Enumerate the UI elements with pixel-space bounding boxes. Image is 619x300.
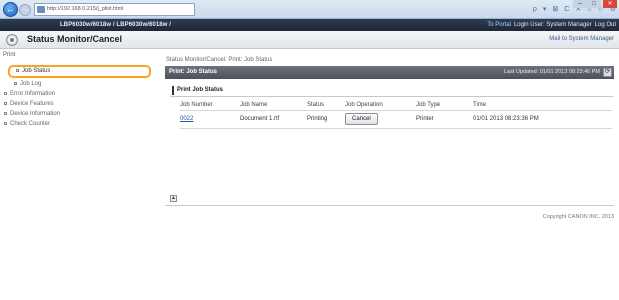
column-header-job-number: Job Number — [180, 100, 240, 111]
bullet-icon — [4, 121, 7, 125]
address-bar[interactable]: http://192.168.0.215/j_plist.html — [34, 3, 195, 16]
sidebar-item-job-status[interactable]: Job Status — [8, 65, 151, 78]
header-links: To Portal Login User: System Manager Log… — [487, 19, 616, 31]
bullet-icon — [4, 111, 7, 115]
job-name-cell: Document 1.rtf — [240, 116, 280, 122]
refresh-icon[interactable]: C — [564, 3, 569, 16]
dropdown-icon[interactable]: ▾ — [543, 3, 547, 16]
column-header-status: Status — [307, 100, 345, 111]
job-time-cell: 01/01 2013 08:23:36 PM — [473, 116, 539, 122]
forward-button[interactable]: → — [19, 4, 31, 16]
job-status-table: Job Number Job Name Status Job Operation… — [180, 100, 612, 129]
device-header: LBP6030w/6018w / LBP6030w/6018w / To Por… — [0, 19, 619, 31]
sidebar: Print Job Status Job Log Error Informati… — [0, 49, 157, 209]
sidebar-item-label: Device Features — [10, 101, 54, 107]
copyright-text: Copyright CANON INC. 2013 — [542, 214, 614, 220]
bullet-icon — [16, 68, 19, 72]
sidebar-item-device-features[interactable]: Device Features — [4, 101, 54, 107]
to-portal-link[interactable]: To Portal — [487, 19, 511, 31]
job-operation-cell: Cancel — [345, 110, 416, 128]
login-user: Login User: System Manager — [513, 22, 592, 28]
sidebar-item-check-counter[interactable]: Check Counter — [4, 121, 50, 127]
logout-link[interactable]: Log Out — [595, 19, 616, 31]
divider — [180, 127, 612, 129]
minimize-button[interactable]: – — [573, 0, 587, 8]
browser-toolbar: ← → http://192.168.0.215/j_plist.html ρ … — [0, 0, 619, 19]
column-header-job-operation: Job Operation — [345, 100, 416, 111]
panel-title: Print Job Status — [172, 86, 223, 95]
last-updated-text: Last Updated: 01/01 2013 08:23:46 PM — [503, 69, 600, 75]
model-name: LBP6030w/6018w / LBP6030w/6018w / — [60, 22, 172, 28]
column-header-job-type: Job Type — [416, 100, 473, 111]
job-number-cell: 0022 — [180, 110, 240, 128]
up-arrow-icon: ▲ — [171, 195, 176, 201]
sidebar-section-print: Print — [3, 52, 16, 58]
address-text: http://192.168.0.215/j_plist.html — [47, 6, 124, 12]
column-header-job-name: Job Name — [240, 100, 307, 111]
status-monitor-icon — [6, 34, 18, 46]
back-button[interactable]: ← — [3, 2, 18, 17]
section-title: Print: Job Status — [169, 69, 218, 75]
job-status-cell: Printing — [307, 116, 328, 122]
close-window-button[interactable]: ✕ — [603, 0, 617, 8]
sidebar-item-job-log[interactable]: Job Log — [14, 81, 41, 87]
refresh-icon: ⟳ — [604, 69, 611, 75]
search-icon[interactable]: ρ — [533, 3, 537, 16]
page-title: Status Monitor/Cancel — [27, 34, 123, 44]
section-header-bar: Print: Job Status Last Updated: 01/01 20… — [165, 66, 614, 79]
refresh-button[interactable]: ⟳ — [603, 68, 612, 77]
table-header-row: Job Number Job Name Status Job Operation… — [180, 100, 612, 111]
sidebar-item-device-information[interactable]: Device Information — [4, 111, 60, 117]
divider — [170, 96, 613, 97]
job-type-cell: Printer — [416, 116, 434, 122]
sidebar-item-label: Error Information — [10, 91, 56, 97]
cancel-job-button[interactable]: Cancel — [345, 113, 378, 125]
sidebar-item-label: Job Status — [22, 68, 51, 74]
bullet-icon — [4, 91, 7, 95]
job-number-link[interactable]: 0022 — [180, 116, 193, 122]
sidebar-item-error-information[interactable]: Error Information — [4, 91, 55, 97]
breadcrumb: Status Monitor/Cancel: Print: Job Status — [166, 57, 273, 63]
back-arrow-icon: ← — [6, 4, 15, 14]
mail-to-system-manager-link[interactable]: Mail to System Manager — [549, 36, 614, 42]
browser-tools: ρ ▾ ⊠ C ✕ ⌂ ☆ ⚙ — [198, 3, 616, 16]
bullet-icon — [14, 81, 17, 85]
sidebar-item-label: Check Counter — [10, 121, 51, 127]
column-header-time: Time — [473, 100, 612, 111]
back-to-top-button[interactable]: ▲ — [170, 195, 177, 202]
sidebar-item-label: Device Information — [10, 111, 61, 117]
maximize-button[interactable]: □ — [587, 0, 601, 8]
favicon-icon — [37, 6, 45, 13]
table-divider-row — [180, 127, 612, 129]
table-row: 0022 Document 1.rtf Printing Cancel Prin… — [180, 110, 612, 128]
compat-icon[interactable]: ⊠ — [552, 3, 558, 16]
page-title-bar: Status Monitor/Cancel Mail to System Man… — [0, 31, 619, 49]
sidebar-item-label: Job Log — [20, 81, 42, 87]
bullet-icon — [4, 101, 7, 105]
print-job-status-panel: Print Job Status Job Number Job Name Sta… — [170, 86, 613, 190]
divider — [165, 205, 614, 206]
forward-arrow-icon: → — [21, 6, 29, 13]
